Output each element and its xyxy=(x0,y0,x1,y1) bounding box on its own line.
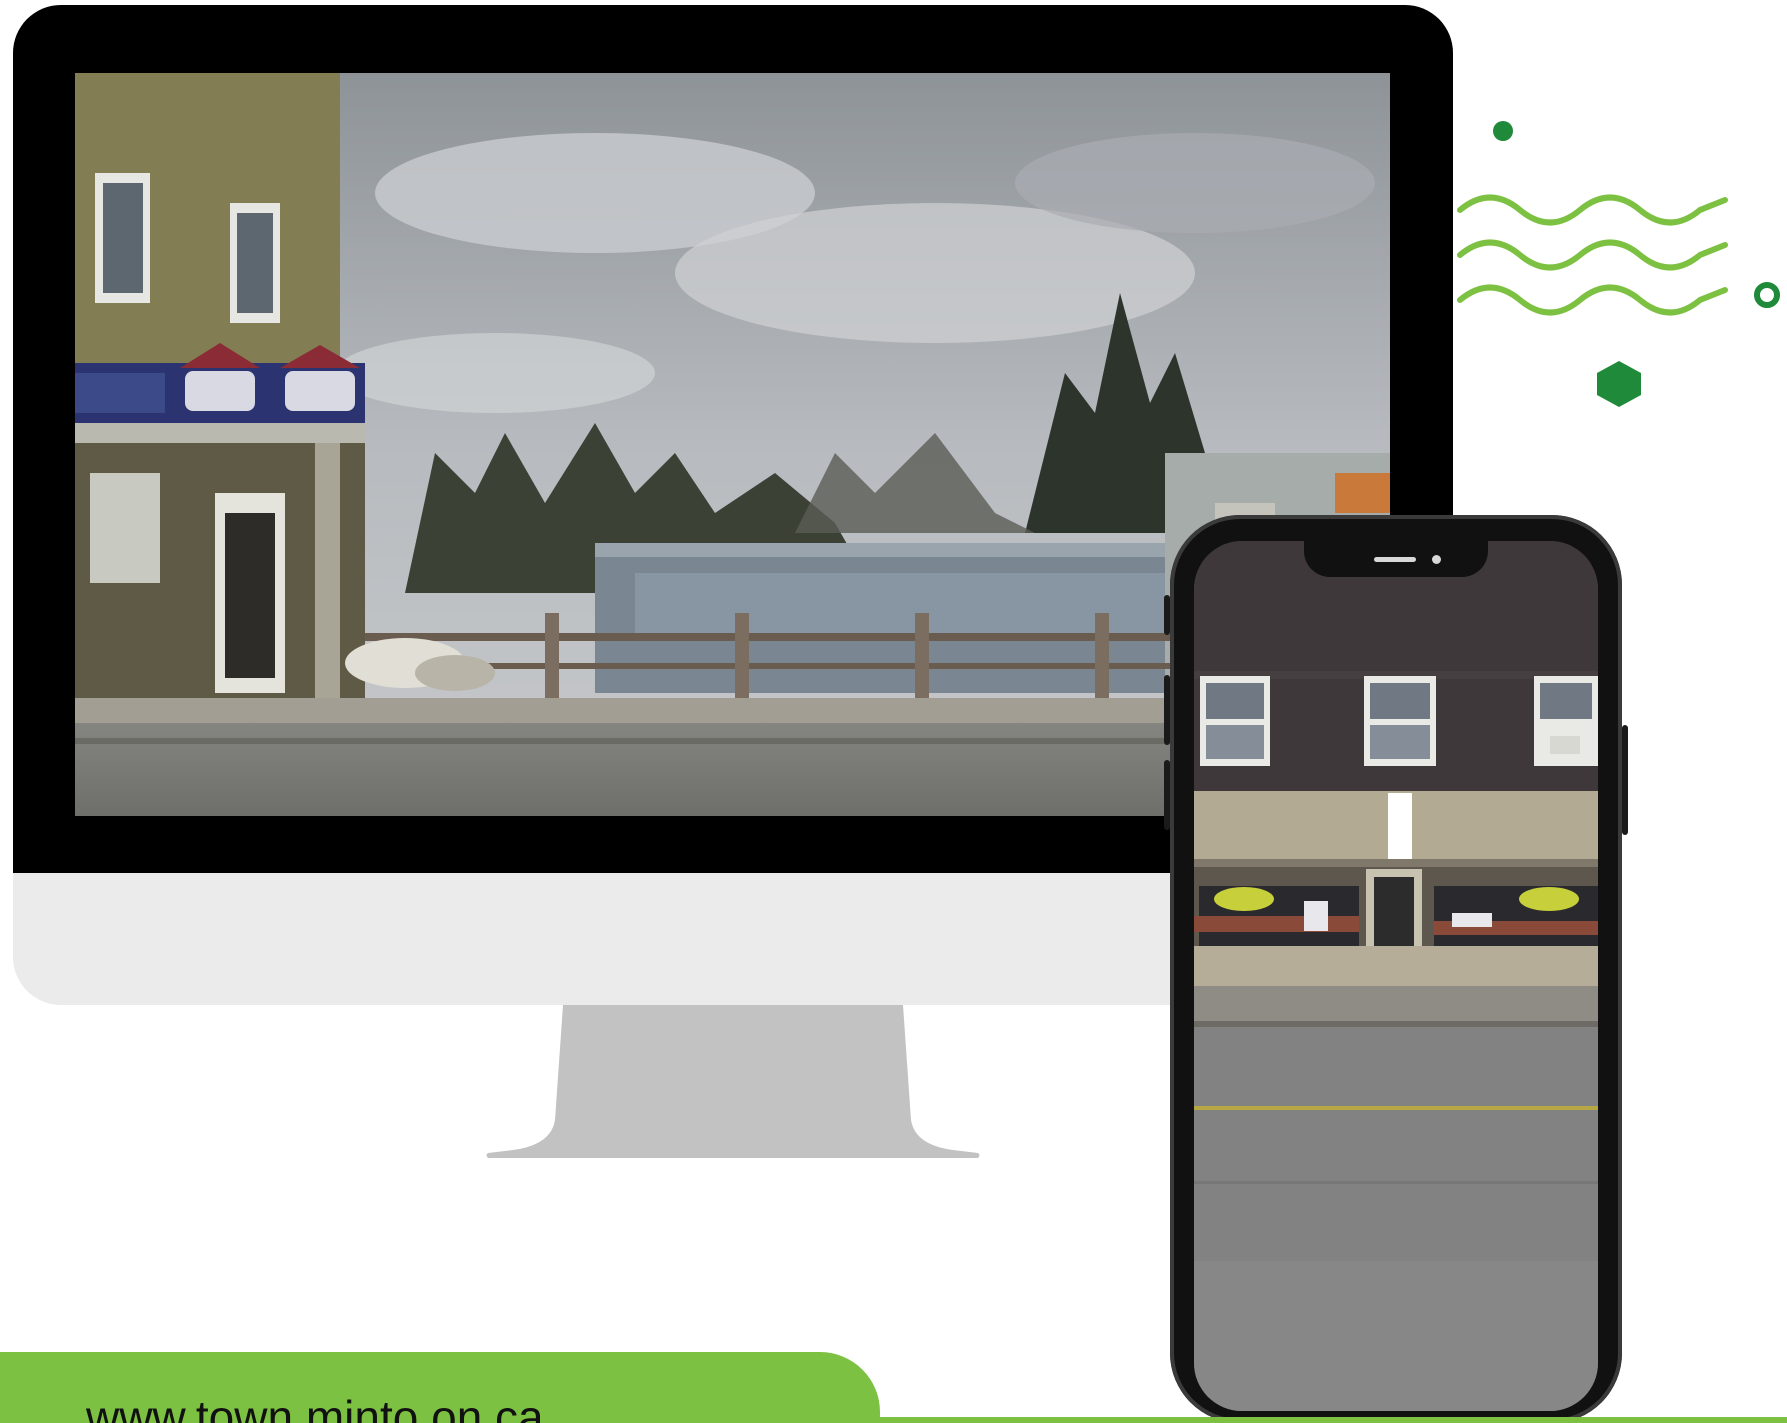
phone-mute-switch xyxy=(1164,595,1170,635)
wave-lines-icon xyxy=(1457,194,1728,316)
ring-icon xyxy=(1754,282,1780,308)
phone-notch xyxy=(1304,541,1488,577)
hexagon-icon xyxy=(1597,361,1641,407)
monitor-stand xyxy=(486,1005,980,1158)
phone-power-button xyxy=(1622,725,1628,835)
phone-screen-photo xyxy=(1194,541,1598,1411)
website-url-text: www.town.minto.on.ca xyxy=(86,1391,544,1423)
phone-camera-icon xyxy=(1432,555,1441,564)
device-mockup-graphic: www.town.minto.on.ca xyxy=(0,0,1787,1423)
smartphone xyxy=(1164,515,1628,1423)
phone-volume-up-button xyxy=(1164,675,1170,745)
bottom-accent-line xyxy=(860,1417,1787,1423)
storefront-photo xyxy=(1194,541,1598,1411)
phone-volume-down-button xyxy=(1164,760,1170,830)
phone-speaker-icon xyxy=(1374,557,1416,562)
dot-icon xyxy=(1493,121,1513,141)
